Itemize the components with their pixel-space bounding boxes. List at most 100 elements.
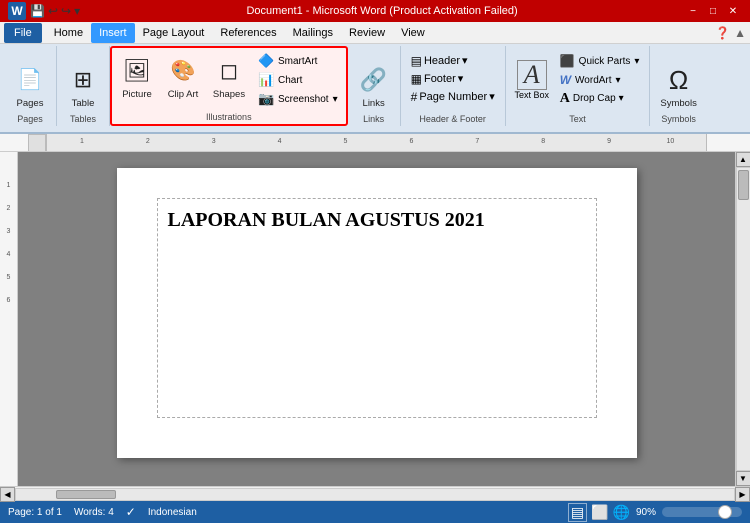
quickparts-button[interactable]: ⬛ Quick Parts ▾	[556, 52, 644, 70]
pages-button[interactable]: 📄 Pages	[10, 58, 50, 116]
wordart-button[interactable]: W WordArt ▾	[556, 71, 644, 89]
pagenumber-icon: #	[411, 90, 418, 104]
quick-access-toolbar: 💾 ↩ ↪ ▾	[30, 4, 80, 18]
pages-group-label: Pages	[4, 114, 56, 124]
scroll-left-btn[interactable]: ◀	[0, 487, 15, 502]
table-button[interactable]: ⊞ Table	[63, 58, 103, 116]
footer-icon: ▦	[411, 72, 422, 86]
menu-bar: File Home Insert Page Layout References …	[0, 22, 750, 44]
full-screen-icon[interactable]: ⬜	[591, 504, 608, 521]
wordart-icon: W	[560, 73, 571, 87]
page-content[interactable]: LAPORAN BULAN AGUSTUS 2021	[157, 198, 597, 418]
status-left: Page: 1 of 1 Words: 4 ✓ Indonesian	[8, 505, 197, 519]
vertical-scrollbar[interactable]: ▲ ▼	[735, 152, 750, 486]
footer-button[interactable]: ▦ Footer ▾	[407, 70, 468, 87]
review-tab[interactable]: Review	[341, 23, 393, 43]
title-bar-left: W 💾 ↩ ↪ ▾	[8, 2, 80, 20]
zoom-level: 90%	[636, 507, 656, 518]
status-right: ▤ ⬜ 🌐 90%	[568, 503, 742, 522]
smartart-button[interactable]: 🔷 SmartArt	[254, 52, 342, 70]
symbols-icon: Ω	[663, 64, 695, 96]
links-group-label: Links	[348, 114, 400, 124]
status-bar: Page: 1 of 1 Words: 4 ✓ Indonesian ▤ ⬜ 🌐…	[0, 501, 750, 523]
redo-btn[interactable]: ↪	[61, 4, 71, 18]
header-footer-group-label: Header & Footer	[401, 114, 505, 124]
picture-icon: 🖼	[121, 55, 153, 87]
print-layout-icon[interactable]: ▤	[568, 503, 587, 522]
app-body: 1 2 3 4 5 6 LAPORAN BULAN AGUSTUS 2021 ▲…	[0, 152, 750, 486]
symbols-group: Ω Symbols Symbols	[650, 46, 706, 126]
links-group: 🔗 Links Links	[348, 46, 401, 126]
shapes-icon: ◻	[213, 55, 245, 87]
view-icons: ▤ ⬜ 🌐	[568, 503, 630, 522]
word-count: Words: 4	[74, 507, 114, 518]
pagelayout-tab[interactable]: Page Layout	[135, 23, 213, 43]
smartart-icon: 🔷	[258, 53, 274, 69]
pagenumber-button[interactable]: # Page Number ▾	[407, 88, 499, 105]
quickparts-icon: ⬛	[560, 54, 575, 68]
language[interactable]: Indonesian	[148, 507, 197, 518]
table-icon: ⊞	[67, 64, 99, 96]
word-icon: W	[8, 2, 26, 20]
zoom-slider[interactable]	[662, 507, 742, 517]
home-tab[interactable]: Home	[46, 23, 91, 43]
view-tab[interactable]: View	[393, 23, 433, 43]
pages-group: 📄 Pages Pages	[4, 46, 57, 126]
document-page: LAPORAN BULAN AGUSTUS 2021	[117, 168, 637, 458]
picture-button[interactable]: 🖼 Picture	[116, 50, 158, 105]
references-tab[interactable]: References	[212, 23, 284, 43]
clipart-icon: 🎨	[167, 55, 199, 87]
header-footer-group: ▤ Header ▾ ▦ Footer ▾ # Page Number ▾ He…	[401, 46, 506, 126]
chart-button[interactable]: 📊 Chart	[254, 71, 342, 89]
help-question[interactable]: ❓	[715, 26, 730, 40]
scroll-thumb[interactable]	[738, 170, 749, 200]
illustrations-group-label: Illustrations	[112, 112, 346, 122]
screenshot-button[interactable]: 📷 Screenshot▾	[254, 90, 342, 108]
text-group: A Text Box ⬛ Quick Parts ▾ W WordArt ▾ A	[506, 46, 651, 126]
web-layout-icon[interactable]: 🌐	[613, 504, 630, 521]
dropcap-button[interactable]: A Drop Cap ▾	[556, 90, 644, 107]
links-icon: 🔗	[358, 64, 390, 96]
scroll-track[interactable]	[736, 167, 750, 471]
text-small-group: ⬛ Quick Parts ▾ W WordArt ▾ A Drop Cap ▾	[556, 52, 644, 107]
close-btn[interactable]: ✕	[724, 3, 742, 19]
symbols-group-label: Symbols	[650, 114, 706, 124]
tables-group: ⊞ Table Tables	[57, 46, 110, 126]
undo-btn[interactable]: ↩	[48, 4, 58, 18]
links-button[interactable]: 🔗 Links	[354, 58, 394, 116]
horizontal-ruler: 1 2 3 4 5 6 7 8 9 10	[0, 134, 750, 152]
screenshot-icon: 📷	[258, 91, 274, 107]
h-scroll-track[interactable]	[15, 488, 735, 501]
header-icon: ▤	[411, 54, 422, 68]
scroll-down-btn[interactable]: ▼	[736, 471, 750, 486]
shapes-button[interactable]: ◻ Shapes	[208, 50, 250, 105]
title-bar-title: Document1 - Microsoft Word (Product Acti…	[80, 5, 684, 17]
horizontal-scrollbar[interactable]: ◀ ▶	[0, 486, 750, 501]
title-bar-controls: − □ ✕	[684, 3, 742, 19]
text-group-label: Text	[506, 114, 650, 124]
mailings-tab[interactable]: Mailings	[285, 23, 341, 43]
h-scroll-thumb[interactable]	[56, 490, 116, 499]
chart-icon: 📊	[258, 72, 274, 88]
vertical-ruler: 1 2 3 4 5 6	[0, 152, 18, 486]
header-button[interactable]: ▤ Header ▾	[407, 52, 472, 69]
spell-check-icon[interactable]: ✓	[126, 505, 136, 519]
file-menu[interactable]: File	[4, 23, 42, 43]
dropcap-icon: A	[560, 91, 570, 107]
ribbon-collapse[interactable]: ▲	[734, 26, 746, 40]
tables-group-label: Tables	[57, 114, 109, 124]
scroll-right-btn[interactable]: ▶	[735, 487, 750, 502]
maximize-btn[interactable]: □	[704, 3, 722, 19]
insert-tab[interactable]: Insert	[91, 23, 135, 43]
ribbon: 📄 Pages Pages ⊞ Table Tables 🖼	[0, 44, 750, 134]
textbox-button[interactable]: A Text Box	[512, 52, 552, 108]
illustrations-group: 🖼 Picture 🎨 Clip Art ◻ Shapes 🔷	[110, 46, 348, 126]
save-btn[interactable]: 💾	[30, 4, 45, 18]
minimize-btn[interactable]: −	[684, 3, 702, 19]
textbox-icon: A	[517, 60, 547, 90]
symbols-button[interactable]: Ω Symbols	[656, 58, 700, 116]
title-bar: W 💾 ↩ ↪ ▾ Document1 - Microsoft Word (Pr…	[0, 0, 750, 22]
scroll-up-btn[interactable]: ▲	[736, 152, 750, 167]
clipart-button[interactable]: 🎨 Clip Art	[162, 50, 204, 105]
document-title: LAPORAN BULAN AGUSTUS 2021	[168, 209, 586, 232]
